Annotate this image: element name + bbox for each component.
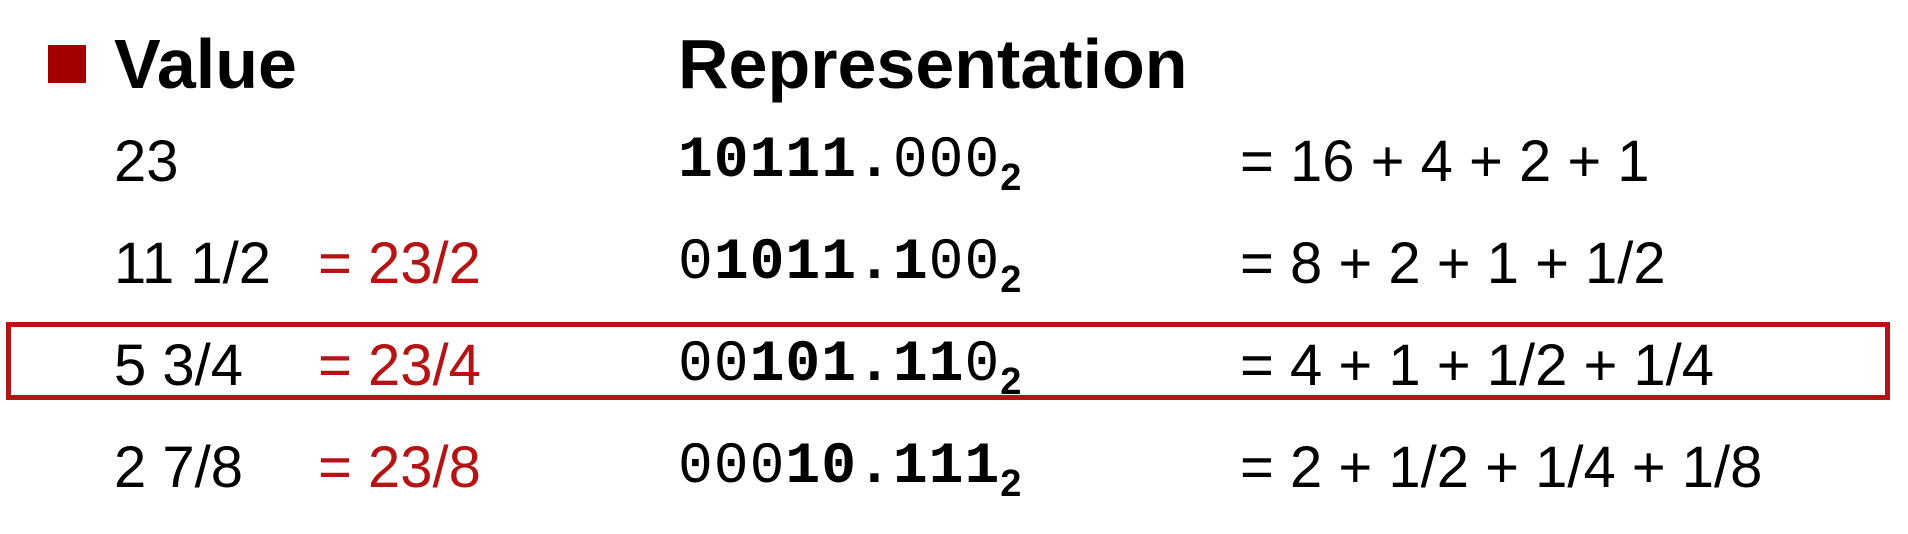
value-cell: 23 [114,129,179,194]
value-column-heading: Value [114,25,297,103]
binary-digits: 01011.100 [678,231,1000,296]
binary-digit-group: 0 [678,231,714,296]
base-subscript: 2 [1000,157,1022,199]
value-cell: 5 3/4 [114,333,243,398]
binary-representation: 00010.1112 [678,418,1021,518]
fraction-cell: = 23/8 [318,435,481,500]
sum-expression: = 16 + 4 + 2 + 1 [1240,129,1650,194]
value-cell: 11 1/2 [114,231,271,296]
table-row: 2 7/8 = 23/8 00010.1112 = 2 + 1/2 + 1/4 … [0,418,1908,518]
binary-representation: 10111.0002 [678,112,1021,212]
base-subscript: 2 [1000,259,1022,301]
bullet-square [48,45,86,83]
sum-expression: = 2 + 1/2 + 1/4 + 1/8 [1240,435,1763,500]
base-subscript: 2 [1000,361,1022,403]
fraction-cell: = 23/4 [318,333,481,398]
binary-digits: 00101.110 [678,333,1000,398]
fraction-cell: = 23/2 [318,231,481,296]
binary-digit-group: 00 [928,231,1001,296]
binary-digits: 00010.111 [678,435,1000,500]
binary-digit-group: 10.111 [785,435,1001,500]
binary-representation: 01011.1002 [678,214,1021,314]
value-cell: 2 7/8 [114,435,243,500]
binary-digit-group: 00 [678,333,750,398]
table-row: 5 3/4 = 23/4 00101.1102 = 4 + 1 + 1/2 + … [0,316,1908,416]
binary-digit-group: 000 [892,129,1001,194]
table-row: 23 10111.0002 = 16 + 4 + 2 + 1 [0,112,1908,212]
binary-digit-group: 1011.1 [713,231,929,296]
binary-digit-group: 000 [678,435,786,500]
binary-digit-group: 0 [964,333,1001,398]
base-subscript: 2 [1000,463,1022,505]
representation-column-heading: Representation [678,25,1188,103]
binary-representation: 00101.1102 [678,316,1021,416]
table-row: 11 1/2 = 23/2 01011.1002 = 8 + 2 + 1 + 1… [0,214,1908,314]
binary-digit-group: 101.11 [749,333,965,398]
binary-digits: 10111.000 [678,129,1000,194]
sum-expression: = 4 + 1 + 1/2 + 1/4 [1240,333,1715,398]
sum-expression: = 8 + 2 + 1 + 1/2 [1240,231,1666,296]
binary-digit-group: 10111. [678,129,893,194]
